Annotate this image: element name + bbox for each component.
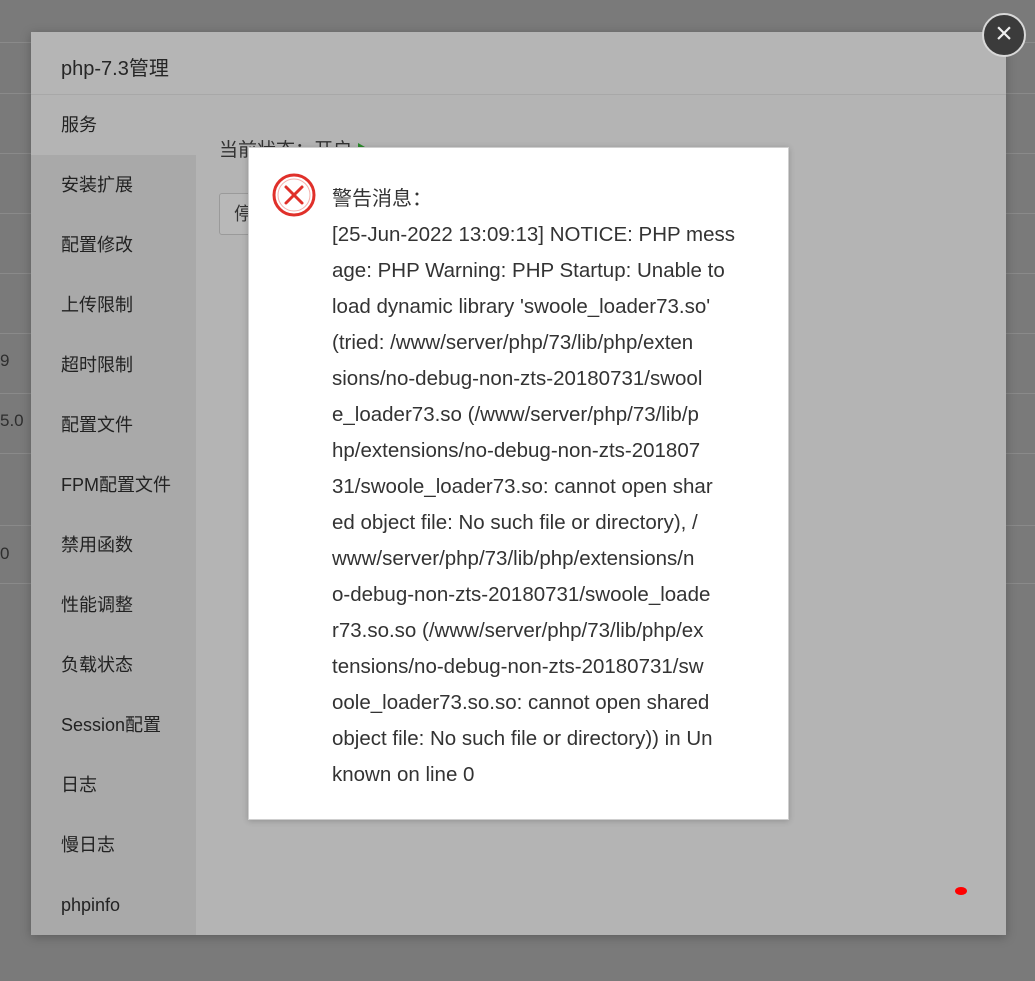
sidebar-item-log[interactable]: 日志 — [31, 755, 196, 815]
sidebar-item-session-config[interactable]: Session配置 — [31, 695, 196, 755]
close-circle-icon[interactable]: × — [982, 13, 1026, 57]
sidebar-item-slow-log[interactable]: 慢日志 — [31, 815, 196, 875]
alert-title: 警告消息： — [332, 188, 432, 210]
sidebar-item-install-extensions[interactable]: 安装扩展 — [31, 155, 196, 215]
warning-alert-dialog: 警告消息： [25-Jun-2022 13:09:13] NOTICE: PHP… — [248, 147, 789, 820]
sidebar-item-performance-tuning[interactable]: 性能调整 — [31, 575, 196, 635]
sidebar-item-disabled-functions[interactable]: 禁用函数 — [31, 515, 196, 575]
sidebar-item-config-file[interactable]: 配置文件 — [31, 395, 196, 455]
sidebar-item-timeout-limit[interactable]: 超时限制 — [31, 335, 196, 395]
background-text-fragment: 5.0 — [0, 411, 24, 430]
sidebar-item-config-edit[interactable]: 配置修改 — [31, 215, 196, 275]
sidebar-item-service[interactable]: 服务 — [31, 95, 196, 155]
sidebar-item-load-status[interactable]: 负载状态 — [31, 635, 196, 695]
alert-message: [25-Jun-2022 13:09:13] NOTICE: PHP mess … — [332, 223, 735, 786]
sidebar-item-upload-limit[interactable]: 上传限制 — [31, 275, 196, 335]
modal-sidebar: 服务 安装扩展 配置修改 上传限制 超时限制 配置文件 FPM配置文件 禁用函数… — [31, 95, 196, 935]
red-marker-dot — [955, 887, 967, 895]
error-circle-x-icon — [272, 173, 316, 217]
sidebar-item-phpinfo[interactable]: phpinfo — [31, 875, 196, 935]
sidebar-item-fpm-config-file[interactable]: FPM配置文件 — [31, 455, 196, 515]
background-text-fragment: 0 — [0, 544, 10, 563]
modal-header: php-7.3管理 — [31, 32, 1006, 95]
modal-title: php-7.3管理 — [61, 58, 169, 80]
background-text-fragment: 9 — [0, 351, 10, 370]
